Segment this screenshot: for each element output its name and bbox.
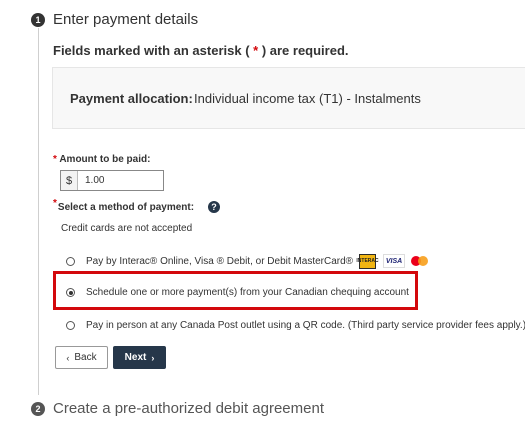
payment-option-interac[interactable]: Pay by Interac® Online, Visa ® Debit, or…	[66, 253, 430, 269]
step-connector-line	[38, 28, 39, 395]
step-number-badge: 1	[31, 12, 45, 27]
payment-allocation-label: Payment allocation:	[70, 91, 193, 106]
card-logos: INTERAC VISA	[356, 253, 430, 269]
required-fields-note: Fields marked with an asterisk ( * ) are…	[53, 43, 349, 58]
payment-method-label: * Select a method of payment: ?	[53, 198, 221, 213]
payment-option-chequing-account[interactable]: Schedule one or more payment(s) from you…	[66, 287, 409, 298]
back-button[interactable]: ‹ Back	[55, 346, 108, 369]
step-title: Enter payment details	[53, 11, 199, 28]
step-2-header: 2 Create a pre-authorized debit agreemen…	[31, 400, 324, 417]
payment-allocation-panel: Payment allocation: Individual income ta…	[52, 67, 525, 129]
amount-input[interactable]	[78, 171, 163, 190]
radio-button[interactable]	[66, 256, 75, 266]
payment-option-label: Schedule one or more payment(s) from you…	[86, 287, 409, 298]
next-button[interactable]: Next ›	[113, 346, 166, 369]
interac-logo: INTERAC	[356, 253, 379, 269]
currency-prefix: $	[61, 171, 78, 190]
chevron-left-icon: ‹	[66, 352, 70, 363]
credit-cards-note: Credit cards are not accepted	[61, 223, 193, 234]
payment-allocation-value: Individual income tax (T1) - Instalments	[194, 91, 421, 106]
radio-button-selected[interactable]	[66, 288, 75, 297]
amount-label: * Amount to be paid:	[53, 154, 151, 165]
step-number-badge: 2	[31, 401, 45, 416]
radio-button[interactable]	[66, 321, 75, 330]
question-circle-icon[interactable]: ?	[208, 201, 221, 213]
step-1-header: 1 Enter payment details	[31, 11, 198, 28]
payment-option-label: Pay by Interac® Online, Visa ® Debit, or…	[86, 255, 354, 267]
mastercard-logo	[410, 253, 430, 269]
amount-field[interactable]: $	[60, 170, 164, 191]
chevron-right-icon: ›	[151, 352, 155, 363]
visa-logo: VISA	[383, 254, 406, 268]
step-title: Create a pre-authorized debit agreement	[53, 400, 324, 417]
payment-option-canada-post[interactable]: Pay in person at any Canada Post outlet …	[66, 320, 525, 331]
payment-option-label: Pay in person at any Canada Post outlet …	[86, 320, 525, 331]
